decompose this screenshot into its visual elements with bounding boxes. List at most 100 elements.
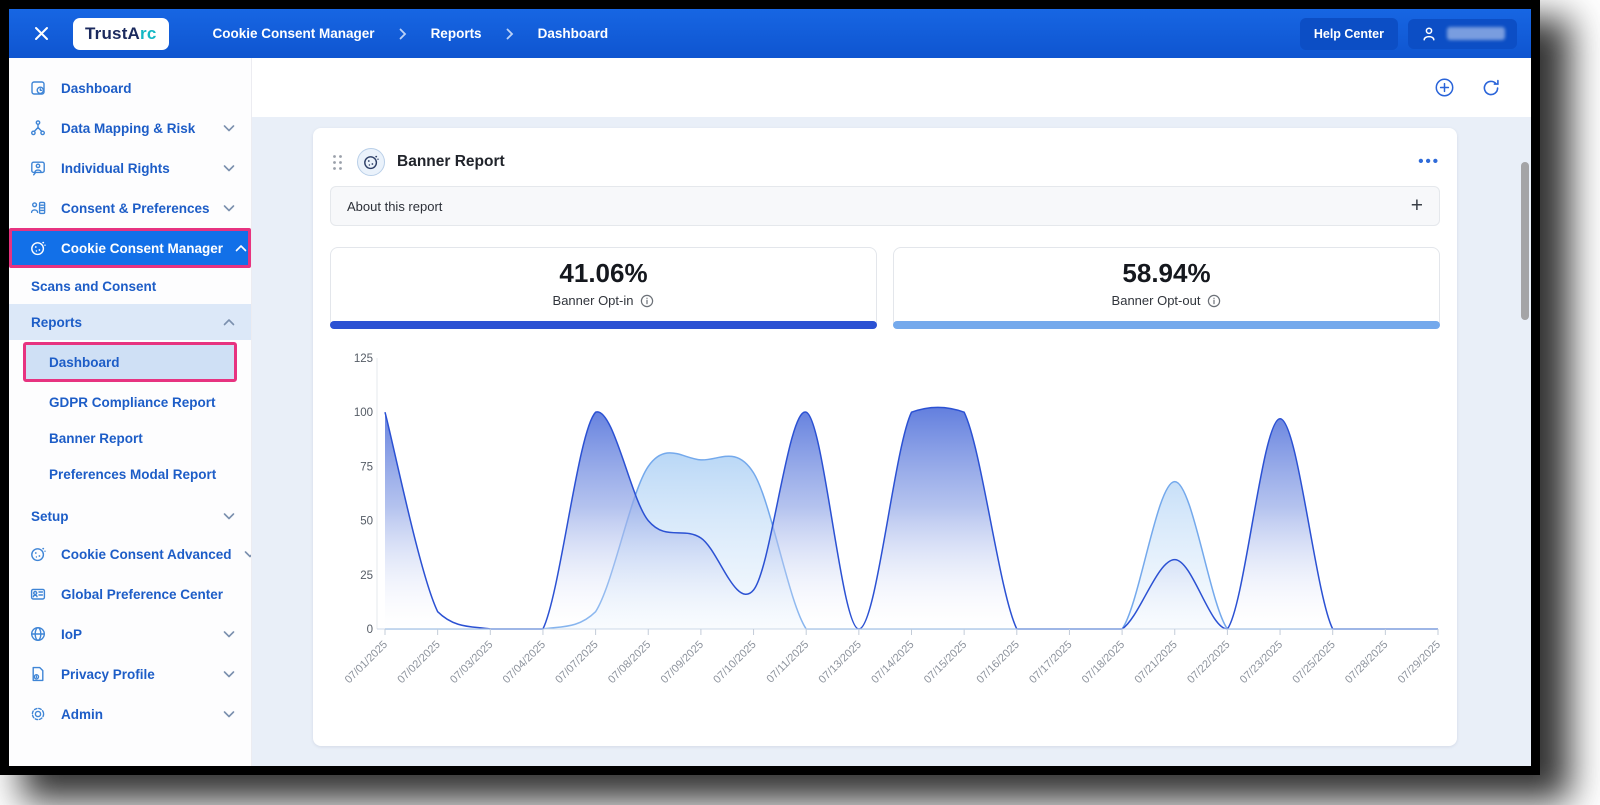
x-axis-date-label: 07/29/2025: [1396, 639, 1440, 686]
sidebar-item-dashboard[interactable]: Dashboard: [23, 342, 237, 382]
opt-in-area: [385, 407, 1438, 629]
sidebar-item-scans-and-consent[interactable]: Scans and Consent: [9, 268, 251, 304]
stat-cards-row: 41.06% Banner Opt-in 58.94% Banner Opt-o…: [330, 247, 1440, 329]
about-report-label: About this report: [347, 198, 443, 214]
opt-in-accent-bar: [330, 321, 877, 329]
breadcrumb: Cookie Consent Manager Reports Dashboard: [213, 26, 609, 41]
opt-out-label: Banner Opt-out: [1111, 293, 1201, 308]
x-axis-date-label: 07/01/2025: [343, 639, 390, 686]
chevron-down-icon[interactable]: [223, 204, 235, 213]
x-axis-date-label: 07/07/2025: [553, 639, 600, 686]
sidebar-item-label: Reports: [31, 314, 83, 330]
sidebar-item-label: Consent & Preferences: [61, 200, 210, 216]
drag-handle-dots-icon[interactable]: [332, 154, 343, 171]
info-circle-icon[interactable]: [640, 294, 654, 308]
sidebar-item-label: Banner Report: [49, 430, 143, 446]
sidebar-item-cookie-consent-manager[interactable]: Cookie Consent Manager: [9, 228, 251, 268]
sidebar-item-reports[interactable]: Reports: [9, 304, 251, 340]
card-title: Banner Report: [397, 153, 505, 170]
sidebar-item-label: Admin: [61, 706, 103, 722]
breadcrumb-item-dashboard[interactable]: Dashboard: [538, 26, 609, 41]
sidebar-item-preferences-modal-report[interactable]: Preferences Modal Report: [9, 456, 251, 492]
chevron-down-icon[interactable]: [223, 124, 235, 133]
sidebar-item-setup[interactable]: Setup: [9, 498, 251, 534]
help-center-button[interactable]: Help Center: [1299, 17, 1398, 50]
sidebar-item-consent-preferences[interactable]: Consent & Preferences: [9, 188, 251, 228]
close-icon[interactable]: [23, 25, 59, 42]
y-axis-tick-label: 125: [354, 353, 373, 365]
x-axis-date-label: 07/11/2025: [764, 639, 811, 686]
chevron-down-icon[interactable]: [223, 630, 235, 639]
about-report-accordion[interactable]: About this report +: [330, 186, 1440, 226]
cookie-icon: [29, 239, 49, 257]
x-axis-date-label: 07/08/2025: [606, 639, 653, 686]
sidebar-item-dashboard[interactable]: Dashboard: [9, 68, 251, 108]
chevron-down-icon[interactable]: [223, 512, 235, 521]
sidebar-item-label: IoP: [61, 626, 83, 642]
sidebar-item-cookie-consent-advanced[interactable]: Cookie Consent Advanced: [9, 534, 251, 574]
x-axis-date-label: 07/10/2025: [711, 639, 758, 686]
user-name-redacted: [1447, 27, 1505, 40]
info-circle-icon[interactable]: [1207, 294, 1221, 308]
chevron-right-icon: [399, 28, 407, 40]
sidebar-item-admin[interactable]: Admin: [9, 694, 251, 734]
sidebar-item-label: Dashboard: [61, 80, 132, 96]
sidebar-navigation: Dashboard Data Mapping & Risk Individual R…: [9, 58, 252, 766]
x-axis-date-label: 07/17/2025: [1027, 639, 1074, 686]
sidebar-item-data-mapping-risk[interactable]: Data Mapping & Risk: [9, 108, 251, 148]
sidebar-item-label: Cookie Consent Manager: [61, 240, 224, 256]
sidebar-item-label: Data Mapping & Risk: [61, 120, 196, 136]
plus-circle-icon[interactable]: [1434, 77, 1455, 98]
sidebar-item-label: GDPR Compliance Report: [49, 394, 216, 410]
vertical-scrollbar[interactable]: [1521, 162, 1529, 320]
dashboard-toolbar: [252, 58, 1531, 117]
chevron-right-icon: [506, 28, 514, 40]
topbar-actions: Help Center: [1299, 17, 1517, 50]
chevron-up-icon[interactable]: [223, 318, 235, 327]
banner-area-chart: 0 25 50 75 100 125 07/01/2025 07/02/2025 07/03/2…: [330, 343, 1443, 741]
user-menu-button[interactable]: [1408, 18, 1517, 49]
chevron-down-icon[interactable]: [223, 164, 235, 173]
chevron-down-icon[interactable]: [244, 550, 251, 559]
trustarc-logo[interactable]: TrustArc: [73, 17, 169, 50]
sidebar-item-label: Privacy Profile: [61, 666, 155, 682]
refresh-icon[interactable]: [1481, 78, 1501, 98]
sidebar-item-label: Global Preference Center: [61, 586, 224, 602]
consent-preferences-icon: [29, 199, 49, 217]
sidebar-item-banner-report[interactable]: Banner Report: [9, 420, 251, 456]
sidebar-item-global-preference-center[interactable]: Global Preference Center: [9, 574, 251, 614]
sidebar-item-iop[interactable]: IoP: [9, 614, 251, 654]
card-menu-button[interactable]: •••: [1418, 154, 1440, 169]
opt-in-stat-card: 41.06% Banner Opt-in: [330, 247, 877, 329]
chevron-down-icon[interactable]: [223, 710, 235, 719]
sidebar-item-individual-rights[interactable]: Individual Rights: [9, 148, 251, 188]
opt-out-accent-bar: [893, 321, 1440, 329]
app-window: TrustArc Cookie Consent Manager Reports Da…: [9, 9, 1531, 766]
y-axis-tick-label: 0: [367, 624, 373, 636]
breadcrumb-item-reports[interactable]: Reports: [431, 26, 482, 41]
card-header: Banner Report •••: [330, 140, 1440, 184]
iop-globe-icon: [29, 625, 49, 643]
sidebar-item-privacy-profile[interactable]: Privacy Profile: [9, 654, 251, 694]
chevron-up-icon[interactable]: [235, 244, 247, 253]
x-axis-date-label: 07/22/2025: [1185, 639, 1232, 686]
y-axis-tick-label: 25: [360, 570, 373, 582]
sidebar-item-label: Scans and Consent: [31, 278, 157, 294]
chevron-down-icon[interactable]: [223, 670, 235, 679]
logo-text-prefix: TrustA: [85, 23, 141, 43]
area-chart-svg: 0 25 50 75 100 125 07/01/2025 07/02/2025 07/03/2…: [343, 353, 1443, 686]
x-axis-date-label: 07/09/2025: [659, 639, 706, 686]
admin-gear-icon: [29, 705, 49, 723]
breadcrumb-item-cookie-consent-manager[interactable]: Cookie Consent Manager: [213, 26, 375, 41]
screenshot-frame: TrustArc Cookie Consent Manager Reports Da…: [0, 0, 1540, 775]
x-axis-date-label: 07/23/2025: [1238, 639, 1285, 686]
main-content: Banner Report ••• About this report + 41…: [252, 58, 1531, 766]
sidebar-item-label: Cookie Consent Advanced: [61, 546, 232, 562]
y-axis-tick-label: 50: [360, 516, 373, 528]
sidebar-item-gdpr-compliance-report[interactable]: GDPR Compliance Report: [9, 384, 251, 420]
logo-text-suffix: rc: [140, 23, 157, 43]
y-axis-tick-label: 100: [354, 407, 373, 419]
cookie-report-badge-icon: [357, 148, 385, 176]
dashboard-icon: [29, 79, 49, 97]
expand-plus-icon[interactable]: +: [1411, 194, 1423, 218]
